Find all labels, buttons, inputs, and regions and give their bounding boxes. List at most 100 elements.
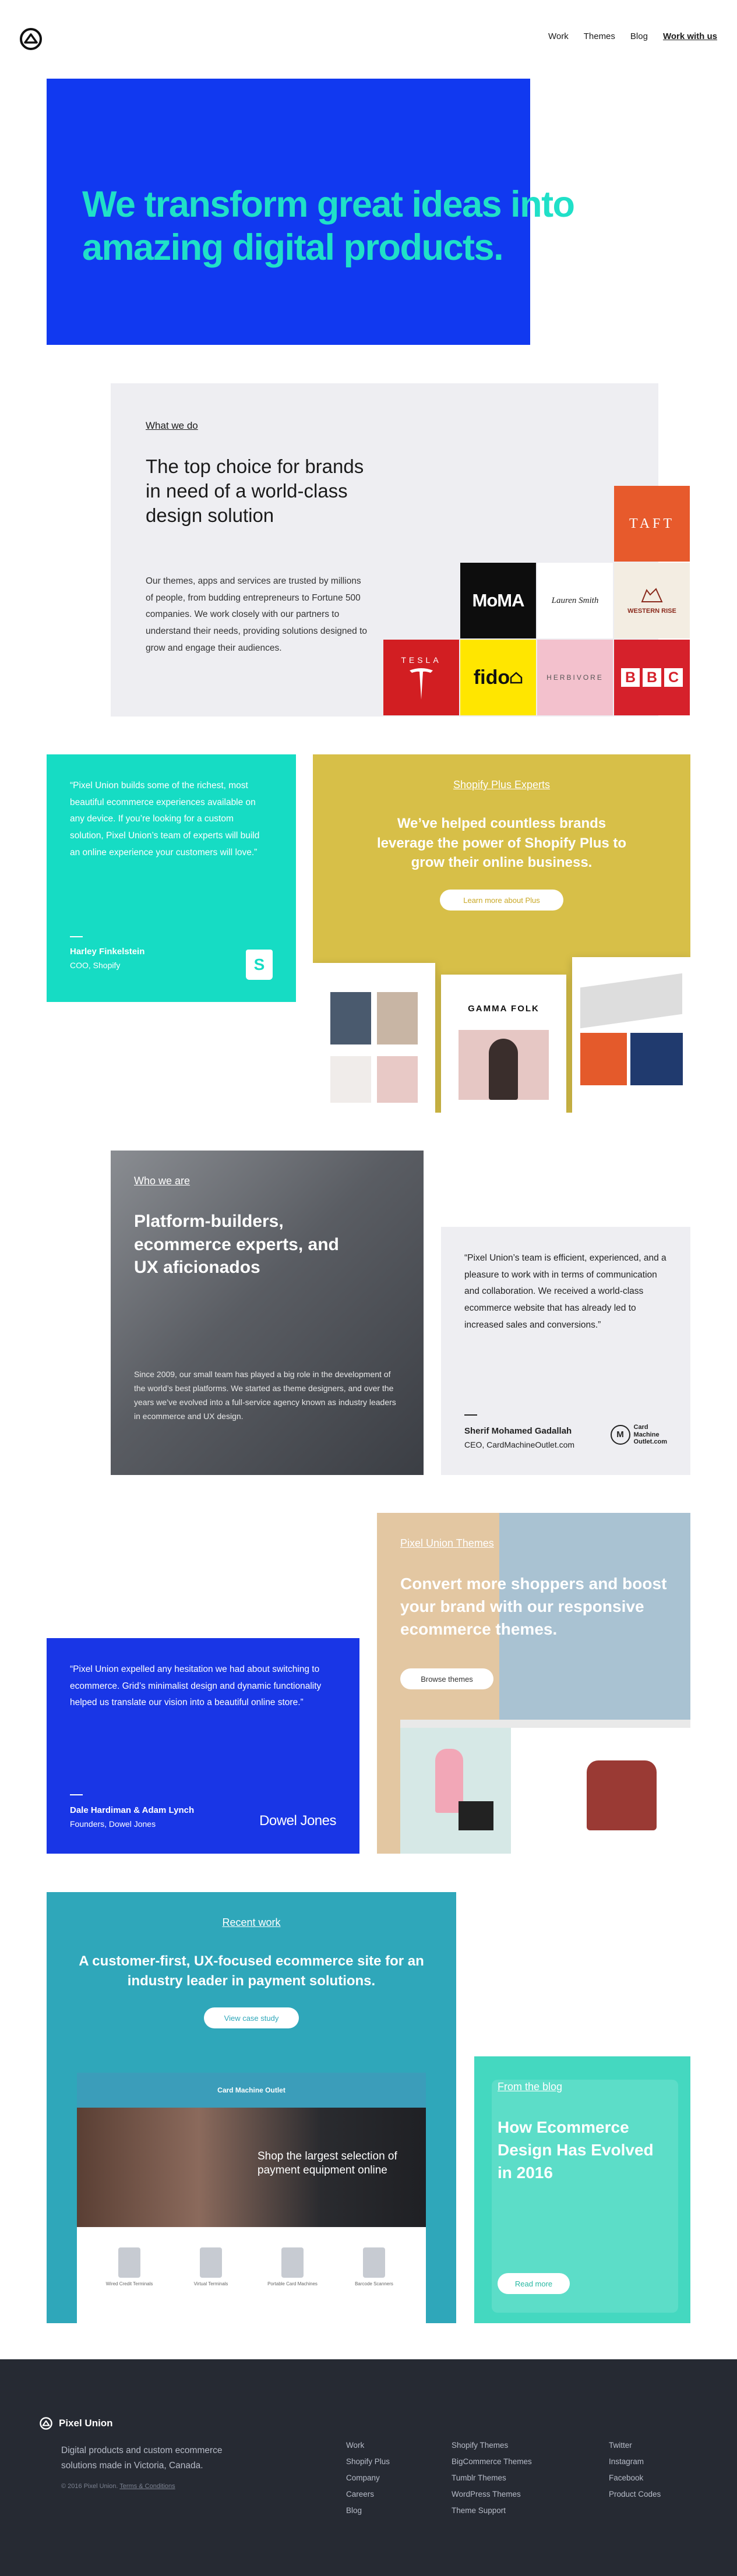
product-name: Virtual Terminals xyxy=(193,2281,228,2286)
tesla-label: TESLA xyxy=(401,655,442,665)
tesla-t-icon xyxy=(410,668,433,700)
client-logo-herbivore: HERBIVORE xyxy=(537,640,613,715)
pixel-union-logo-icon xyxy=(40,2417,52,2430)
footer-link[interactable]: Twitter xyxy=(609,2437,661,2454)
product-tile: Barcode Scanners xyxy=(342,2247,406,2286)
testimonial-shopify: “Pixel Union builds some of the richest,… xyxy=(47,754,296,1002)
gamma-folk-logo: GAMMA FOLK xyxy=(468,1004,539,1014)
footer-col-social: Twitter Instagram Facebook Product Codes xyxy=(609,2437,661,2503)
view-case-study-button[interactable]: View case study xyxy=(204,2007,299,2028)
learn-more-plus-button[interactable]: Learn more about Plus xyxy=(440,890,563,911)
case-study-screenshot: Card Machine Outlet Shop the largest sel… xyxy=(77,2073,426,2323)
bbc-letter: B xyxy=(643,668,661,687)
case-study-nav: Card Machine Outlet xyxy=(77,2073,426,2108)
client-logo-fido: fido xyxy=(460,640,536,715)
footer-link[interactable]: Instagram xyxy=(609,2454,661,2470)
browse-themes-button[interactable]: Browse themes xyxy=(400,1668,493,1689)
recent-work-title: A customer-first, UX-focused ecommerce s… xyxy=(79,1953,424,1989)
footer-link[interactable]: Shopify Plus xyxy=(346,2454,390,2470)
footer-link[interactable]: Work xyxy=(346,2437,390,2454)
pixel-union-themes-link[interactable]: Pixel Union Themes xyxy=(400,1537,494,1550)
client-logo-bbc: B B C xyxy=(614,640,690,715)
footer-link[interactable]: Shopify Themes xyxy=(452,2437,532,2454)
product-tile: Virtual Terminals xyxy=(179,2247,243,2286)
copyright-text: © 2016 Pixel Union. xyxy=(61,2483,118,2490)
who-we-are-link[interactable]: Who we are xyxy=(134,1175,190,1187)
footer-link[interactable]: Blog xyxy=(346,2503,390,2519)
footer-brand-name: Pixel Union xyxy=(59,2418,113,2429)
shopify-bag-icon: S xyxy=(246,950,273,980)
footer-col-company: Work Shopify Plus Company Careers Blog xyxy=(346,2437,390,2519)
cmo-logo-line: Machine xyxy=(633,1431,660,1438)
who-we-are-panel: Who we are Platform-builders, ecommerce … xyxy=(111,1151,424,1475)
themes-screenshot xyxy=(400,1720,690,1854)
blog-post-title[interactable]: How Ecommerce Design Has Evolved in 2016 xyxy=(498,2116,667,2185)
from-the-blog-link[interactable]: From the blog xyxy=(498,2081,562,2093)
testimonial-name: Harley Finkelstein xyxy=(70,947,145,957)
terms-link[interactable]: Terms & Conditions xyxy=(119,2483,175,2490)
footer-link[interactable]: Facebook xyxy=(609,2470,661,2486)
fox-icon xyxy=(641,588,663,602)
footer-description: Digital products and custom ecommerce so… xyxy=(61,2446,223,2471)
footer-link[interactable]: BigCommerce Themes xyxy=(452,2454,532,2470)
case-study-brand: Card Machine Outlet xyxy=(217,2086,285,2094)
cmo-logo-line: Outlet.com xyxy=(633,1438,667,1446)
blog-panel: From the blog How Ecommerce Design Has E… xyxy=(474,2056,690,2323)
footer-brand[interactable]: Pixel Union xyxy=(39,2416,113,2430)
shopify-plus-title: We’ve helped countless brands leverage t… xyxy=(376,816,627,871)
pixel-union-logo-icon[interactable] xyxy=(19,27,43,51)
who-we-are-text: Since 2009, our small team has played a … xyxy=(134,1370,396,1421)
footer-link[interactable]: Tumblr Themes xyxy=(452,2470,532,2486)
nav-themes[interactable]: Themes xyxy=(584,31,615,41)
client-logo-taft: TAFT xyxy=(614,486,690,562)
product-image xyxy=(118,2247,140,2278)
recent-work-link[interactable]: Recent work xyxy=(47,1917,456,1929)
screenshot-furniture-store xyxy=(313,963,435,1113)
who-we-are-title: Platform-builders, ecommerce experts, an… xyxy=(134,1212,339,1278)
footer-link[interactable]: WordPress Themes xyxy=(452,2486,532,2503)
screenshot-gamma-folk: GAMMA FOLK xyxy=(441,975,566,1113)
product-name: Wired Credit Terminals xyxy=(105,2281,153,2286)
footer-link[interactable]: Company xyxy=(346,2470,390,2486)
nav-work-with-us[interactable]: Work with us xyxy=(663,31,717,41)
what-we-do-title: The top choice for brands in need of a w… xyxy=(146,456,364,526)
house-icon xyxy=(510,672,523,684)
product-name: Barcode Scanners xyxy=(355,2281,393,2286)
testimonial-role: CEO, CardMachineOutlet.com xyxy=(464,1440,575,1449)
screenshot-color-store xyxy=(572,957,690,1113)
testimonial-name: Sherif Mohamed Gadallah xyxy=(464,1426,572,1436)
hero-title: We transform great ideas into amazing di… xyxy=(82,184,575,269)
footer-link[interactable]: Careers xyxy=(346,2486,390,2503)
client-logo-western-rise: WESTERN RISE xyxy=(614,563,690,638)
dowel-jones-logo: Dowel Jones xyxy=(259,1813,336,1829)
what-we-do-link[interactable]: What we do xyxy=(146,420,198,432)
footer: Pixel Union Digital products and custom … xyxy=(0,2359,737,2576)
card-machine-outlet-logo: M Card Machine Outlet.com xyxy=(610,1424,667,1446)
product-name: Portable Card Machines xyxy=(267,2281,318,2286)
nav-blog[interactable]: Blog xyxy=(630,31,648,41)
product-image xyxy=(200,2247,222,2278)
divider xyxy=(70,936,83,937)
shopify-plus-link[interactable]: Shopify Plus Experts xyxy=(313,779,690,791)
testimonial-card-machine-outlet: “Pixel Union’s team is efficient, experi… xyxy=(441,1227,690,1475)
nav-work[interactable]: Work xyxy=(548,31,569,41)
testimonial-text: “Pixel Union’s team is efficient, experi… xyxy=(464,1253,667,1330)
cmo-logo-line: Card xyxy=(633,1424,648,1431)
divider xyxy=(70,1794,83,1795)
fido-label: fido xyxy=(473,666,510,689)
testimonial-role: COO, Shopify xyxy=(70,961,121,970)
footer-link[interactable]: Product Codes xyxy=(609,2486,661,2503)
main-nav: Work Themes Blog Work with us xyxy=(548,31,717,41)
testimonial-role: Founders, Dowel Jones xyxy=(70,1819,156,1829)
read-more-button[interactable]: Read more xyxy=(498,2273,570,2294)
what-we-do-text: Our themes, apps and services are truste… xyxy=(146,576,368,653)
testimonial-name: Dale Hardiman & Adam Lynch xyxy=(70,1805,195,1815)
testimonial-text: “Pixel Union expelled any hesitation we … xyxy=(70,1664,322,1708)
case-study-hero-text: Shop the largest selection of payment eq… xyxy=(258,2150,397,2176)
office-photo xyxy=(111,1151,424,1475)
testimonial-dowel-jones: “Pixel Union expelled any hesitation we … xyxy=(47,1638,359,1854)
bbc-letter: B xyxy=(621,668,640,687)
client-logo-moma: MoMA xyxy=(460,563,536,638)
shopify-plus-panel: Shopify Plus Experts We’ve helped countl… xyxy=(313,754,690,1113)
footer-link[interactable]: Theme Support xyxy=(452,2503,532,2519)
